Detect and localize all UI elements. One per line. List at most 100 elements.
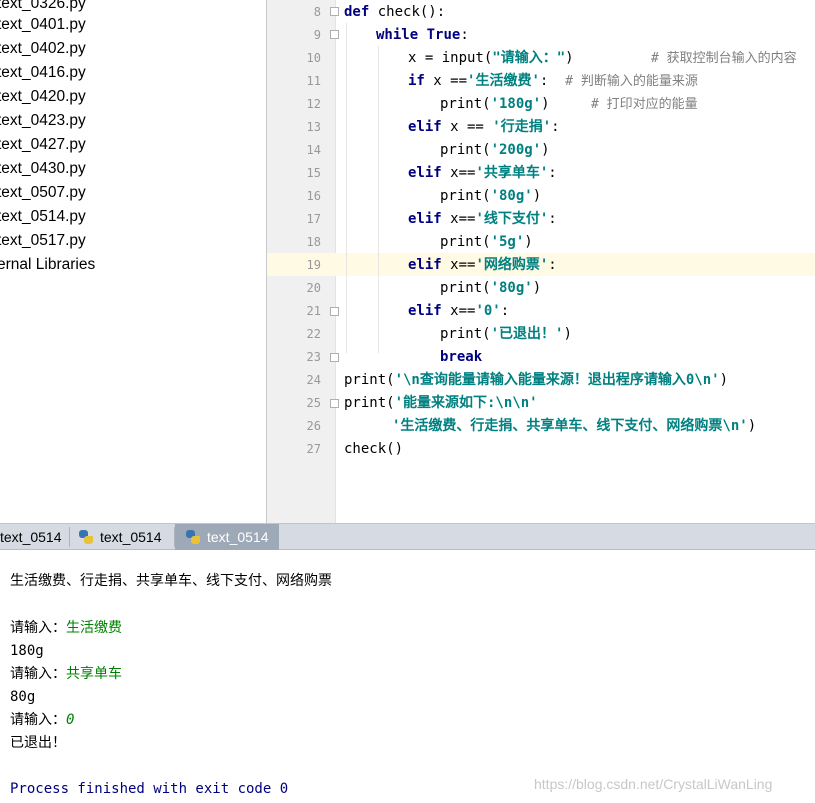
code-text: ) [541,142,550,158]
code-text: print( [344,395,395,411]
fold-marker-icon[interactable] [330,353,339,362]
project-file-item[interactable]: text_0420.py [0,85,86,109]
code-text: x== [441,303,476,319]
code-text: x== [441,211,476,227]
code-text: : [460,27,469,43]
code-text: ) [524,234,533,250]
line-number: 8 [313,5,321,19]
code-line: elif x=='共享单车': [408,162,557,185]
code-text: : [548,257,557,273]
string-literal: '线下支付' [475,211,549,227]
line-number: 18 [306,235,321,249]
code-line: elif x == '行走捐': [408,116,560,139]
external-libraries-item[interactable]: ernal Libraries [0,253,95,277]
console-user-input: 0 [66,712,75,728]
code-line: print('180g') [440,93,550,116]
code-line: check() [344,438,403,461]
line-number: 13 [306,120,321,134]
line-number: 12 [306,97,321,111]
project-file-item[interactable]: text_0423.py [0,109,86,133]
string-literal: '生活缴费、行走捐、共享单车、线下支付、网络购票\n' [392,418,748,434]
code-text: : [500,303,510,319]
code-comment: # 获取控制台输入的内容 [651,51,797,66]
code-line: elif x=='0': [408,300,509,323]
string-literal: '200g' [490,142,542,158]
line-number: 23 [306,350,321,364]
code-line: print('能量来源如下:\n\n' [344,392,538,415]
project-file-item[interactable]: text_0402.py [0,37,86,61]
code-text: print( [344,372,395,388]
console-output: 80g [10,689,36,705]
project-file-item[interactable]: text_0517.py [0,229,86,253]
line-number: 27 [306,442,321,456]
keyword: break [440,349,483,365]
line-number: 17 [306,212,321,226]
code-text: ) [563,326,572,342]
code-text: print( [440,96,491,112]
code-text: x = input( [408,50,493,66]
string-literal: '\n查询能量请输入能量来源！退出程序请输入0\n' [394,372,720,388]
project-file-item[interactable]: text_0430.py [0,157,86,181]
python-icon [185,529,201,545]
string-literal: '80g' [490,188,533,204]
code-line: while True: [376,24,469,47]
code-line: print('80g') [440,185,541,208]
line-number: 24 [306,373,321,387]
console-output: 已退出！ [10,735,66,751]
fold-marker-icon[interactable] [330,307,339,316]
indent-guide [378,46,379,353]
process-exit-message: Process finished with exit code 0 [10,781,289,797]
project-file-item[interactable]: text_0427.py [0,133,86,157]
console-line: 请输入：生活缴费 [10,617,122,640]
tab-label: text_0514 [100,529,162,545]
keyword: elif [408,257,442,273]
fold-marker-icon[interactable] [330,30,339,39]
line-number: 21 [306,304,321,318]
code-text: : [548,165,557,181]
console-output: 180g [10,643,44,659]
fold-marker-icon[interactable] [330,399,339,408]
console-output: 生活缴费、行走捐、共享单车、线下支付、网络购票 [10,573,332,589]
run-tab[interactable]: text_0514 [70,524,175,550]
run-tab[interactable]: text_0514 [0,524,70,550]
string-literal: '网络购票' [475,257,549,273]
line-number: 11 [306,74,321,88]
project-file-item[interactable]: text_0416.py [0,61,86,85]
keyword: elif [408,119,442,135]
code-text: x == [441,119,493,135]
code-text: print( [440,234,491,250]
run-tab-bar: text_0514 text_0514 text_0514 [0,523,815,550]
string-literal: '180g' [490,96,542,112]
keyword: elif [408,303,442,319]
code-text: print( [440,326,491,342]
line-number: 15 [306,166,321,180]
line-number: 20 [306,281,321,295]
code-line: print('200g') [440,139,550,162]
fold-marker-icon[interactable] [330,7,339,16]
line-number: 22 [306,327,321,341]
project-file-item[interactable]: text_0514.py [0,205,86,229]
code-line: x = input("请输入：") [408,47,574,70]
code-line: '生活缴费、行走捐、共享单车、线下支付、网络购票\n') [392,415,756,438]
code-comment: # 打印对应的能量 [591,97,698,112]
code-text: x== [441,257,476,273]
run-tab-active[interactable]: text_0514 [175,524,279,550]
project-file-item[interactable]: text_0401.py [0,13,86,37]
code-text: ) [565,50,574,66]
string-literal: '能量来源如下:\n\n' [394,395,538,411]
code-line: elif x=='线下支付': [408,208,557,231]
console-prompt: 请输入： [10,620,66,636]
code-line: break [440,346,482,369]
line-number: 10 [306,51,321,65]
code-text: ) [747,418,757,434]
line-number: 26 [306,419,321,433]
string-literal: '80g' [490,280,533,296]
project-file-item[interactable]: text_0507.py [0,181,86,205]
keyword: elif [408,165,442,181]
line-number: 14 [306,143,321,157]
code-line: print('5g') [440,231,533,254]
project-tree: text_0326.py text_0401.py text_0402.py t… [0,0,266,523]
code-line: if x =='生活缴费': # 判断输入的能量来源 [408,70,698,93]
code-text: ) [532,280,542,296]
string-literal: '已退出！' [490,326,564,342]
